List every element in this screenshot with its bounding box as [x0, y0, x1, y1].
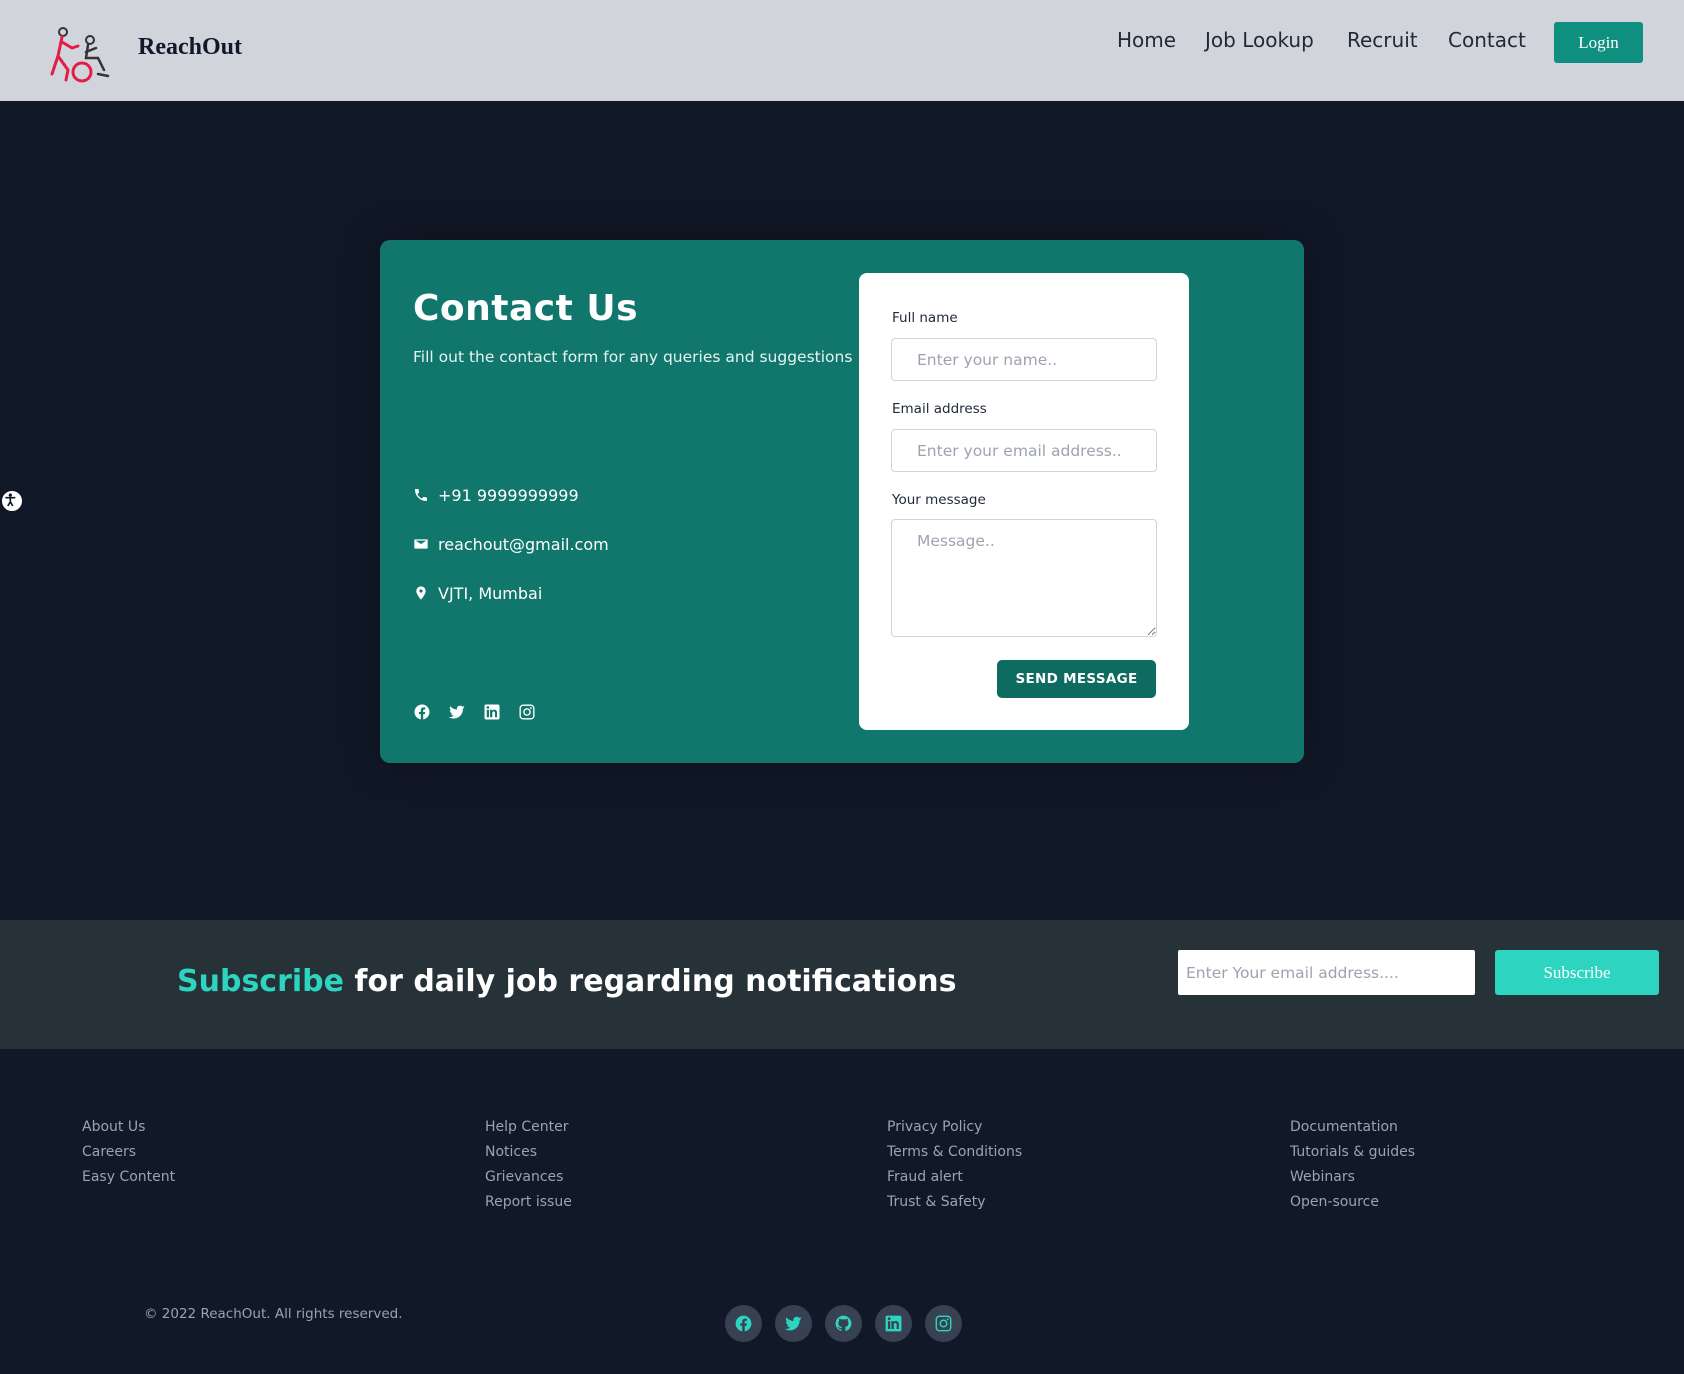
- login-button[interactable]: Login: [1554, 22, 1643, 63]
- subscribe-text: for daily job regarding notifications: [343, 964, 957, 999]
- footer-link-fraud-alert[interactable]: Fraud alert: [887, 1167, 1022, 1192]
- contact-phone: +91 9999999999: [413, 484, 579, 506]
- footer-column-4: Documentation Tutorials & guides Webinar…: [1290, 1117, 1415, 1217]
- footer-socials: [725, 1305, 962, 1342]
- contact-socials: [413, 703, 536, 721]
- nav-recruit[interactable]: Recruit: [1347, 28, 1418, 52]
- contact-form: Full name Email address Your message SEN…: [859, 273, 1189, 730]
- footer-linkedin-link[interactable]: [875, 1305, 912, 1342]
- linkedin-icon[interactable]: [483, 703, 501, 721]
- send-message-button[interactable]: SEND MESSAGE: [997, 660, 1156, 698]
- footer-link-webinars[interactable]: Webinars: [1290, 1167, 1415, 1192]
- footer-link-grievances[interactable]: Grievances: [485, 1167, 572, 1192]
- contact-email: reachout@gmail.com: [413, 533, 609, 555]
- subscribe-highlight: Subscribe: [177, 964, 344, 999]
- full-name-label: Full name: [892, 310, 958, 326]
- message-textarea[interactable]: [891, 519, 1157, 637]
- footer-link-about-us[interactable]: About Us: [82, 1117, 175, 1142]
- subscribe-bar: Subscribe for daily job regarding notifi…: [0, 920, 1684, 1049]
- top-navbar: ReachOut Home Job Lookup Recruit Contact…: [0, 0, 1684, 101]
- subscribe-heading: Subscribe for daily job regarding notifi…: [177, 964, 956, 999]
- footer-facebook-link[interactable]: [725, 1305, 762, 1342]
- phone-text: +91 9999999999: [438, 485, 579, 505]
- facebook-icon: [735, 1315, 752, 1332]
- footer-link-open-source[interactable]: Open-source: [1290, 1192, 1415, 1217]
- full-name-input[interactable]: [891, 338, 1157, 381]
- footer-link-easy-content[interactable]: Easy Content: [82, 1167, 175, 1192]
- nav-contact[interactable]: Contact: [1448, 28, 1526, 52]
- footer-link-tutorials[interactable]: Tutorials & guides: [1290, 1142, 1415, 1167]
- facebook-icon[interactable]: [413, 703, 431, 721]
- footer-instagram-link[interactable]: [925, 1305, 962, 1342]
- subscribe-button[interactable]: Subscribe: [1495, 950, 1659, 995]
- nav-home[interactable]: Home: [1117, 28, 1176, 52]
- footer-link-notices[interactable]: Notices: [485, 1142, 572, 1167]
- location-text: VJTI, Mumbai: [438, 583, 543, 603]
- github-icon: [835, 1315, 852, 1332]
- contact-title: Contact Us: [413, 288, 639, 329]
- phone-icon: [415, 489, 427, 501]
- logo-icon[interactable]: [48, 26, 112, 84]
- location-pin-icon: [416, 586, 426, 600]
- footer-link-documentation[interactable]: Documentation: [1290, 1117, 1415, 1142]
- footer-column-2: Help Center Notices Grievances Report is…: [485, 1117, 572, 1217]
- contact-subtitle: Fill out the contact form for any querie…: [413, 348, 853, 366]
- instagram-icon[interactable]: [518, 703, 536, 721]
- nav-job-lookup[interactable]: Job Lookup: [1205, 28, 1314, 52]
- footer-link-report-issue[interactable]: Report issue: [485, 1192, 572, 1217]
- footer-twitter-link[interactable]: [775, 1305, 812, 1342]
- accessibility-icon[interactable]: [0, 489, 24, 513]
- twitter-icon: [784, 1316, 802, 1331]
- mail-icon: [414, 539, 428, 549]
- footer-column-3: Privacy Policy Terms & Conditions Fraud …: [887, 1117, 1022, 1217]
- footer-link-trust-safety[interactable]: Trust & Safety: [887, 1192, 1022, 1217]
- brand-name[interactable]: ReachOut: [138, 34, 242, 61]
- footer-link-privacy-policy[interactable]: Privacy Policy: [887, 1117, 1022, 1142]
- instagram-icon: [935, 1315, 952, 1332]
- subscribe-email-input[interactable]: [1178, 950, 1475, 995]
- email-text: reachout@gmail.com: [438, 534, 609, 554]
- contact-card: Contact Us Fill out the contact form for…: [380, 240, 1304, 763]
- twitter-icon[interactable]: [448, 703, 466, 721]
- email-input[interactable]: [891, 429, 1157, 472]
- contact-location: VJTI, Mumbai: [413, 582, 542, 604]
- linkedin-icon: [885, 1315, 902, 1332]
- footer-link-terms[interactable]: Terms & Conditions: [887, 1142, 1022, 1167]
- footer-link-help-center[interactable]: Help Center: [485, 1117, 572, 1142]
- footer-github-link[interactable]: [825, 1305, 862, 1342]
- message-label: Your message: [892, 492, 986, 508]
- footer-column-1: About Us Careers Easy Content: [82, 1117, 175, 1192]
- footer-link-careers[interactable]: Careers: [82, 1142, 175, 1167]
- copyright-text: © 2022 ReachOut. All rights reserved.: [144, 1306, 403, 1322]
- email-label: Email address: [892, 401, 987, 417]
